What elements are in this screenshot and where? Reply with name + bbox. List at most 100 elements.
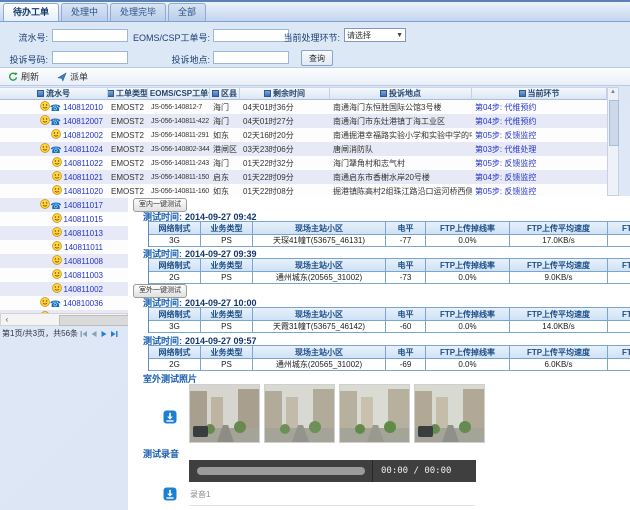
serial-cell: 140812002 — [0, 128, 108, 142]
row-icons: ☎ — [40, 115, 61, 127]
test-column-header: 现场主站小区 — [253, 307, 386, 320]
step-link[interactable]: 第05步: 反馈监控 — [475, 130, 536, 141]
test-photo-3[interactable] — [339, 384, 410, 443]
serial-link[interactable]: 140811011 — [64, 243, 103, 252]
download-recording-icon[interactable] — [163, 487, 177, 501]
serial-link[interactable]: 140811020 — [64, 187, 103, 196]
search-button[interactable]: 查询 — [301, 50, 333, 66]
prev-page-icon[interactable] — [90, 330, 98, 338]
column-header-5[interactable]: 剩余时间 — [240, 87, 330, 100]
row-icons: ☎ — [40, 297, 61, 309]
scroll-up-icon[interactable]: ▲ — [608, 88, 618, 97]
horizontal-scrollbar[interactable]: ‹ — [0, 313, 128, 326]
smiley-icon — [52, 241, 62, 251]
table-row[interactable]: ☎140811024EMOST2JS-056-140802-344港闸区03天2… — [0, 142, 607, 156]
tab-4[interactable]: 全部 — [168, 3, 206, 21]
serial-link[interactable]: 140811021 — [64, 173, 103, 182]
vertical-scrollbar[interactable]: ▲ — [607, 87, 619, 196]
smiley-icon — [40, 115, 50, 125]
street-scene-image — [265, 385, 334, 442]
smiley-icon — [40, 297, 50, 307]
step-link[interactable]: 第05步: 反馈监控 — [475, 186, 536, 197]
column-header-4[interactable]: 区县 — [210, 87, 240, 100]
test-column-header: 现场主站小区 — [253, 345, 386, 358]
step-link[interactable]: 第04步: 代维预约 — [475, 102, 536, 113]
first-page-icon[interactable] — [80, 330, 88, 338]
test-cell: -77 — [386, 234, 426, 247]
pagination-bar: 第1页/共3页，共56条 — [2, 328, 128, 339]
table-row[interactable]: 140811021EMOST2JS-056-140811-150启东01天22时… — [0, 170, 607, 184]
serial-link[interactable]: 140811013 — [64, 229, 103, 238]
test-photo-4[interactable] — [414, 384, 485, 443]
scroll-left-icon[interactable]: ‹ — [1, 315, 13, 324]
tab-1[interactable]: 待办工单 — [3, 3, 59, 21]
serial-link[interactable]: 140812010 — [63, 103, 103, 112]
column-header-3[interactable]: EOMS/CSP工单号 — [148, 87, 210, 100]
column-header-2[interactable]: 工单类型 — [108, 87, 148, 100]
column-header-1[interactable]: 流水号 — [0, 87, 108, 100]
vertical-scroll-thumb[interactable] — [609, 100, 619, 146]
serial-link[interactable]: 140810036 — [63, 299, 103, 308]
column-header-6[interactable]: 投诉地点 — [330, 87, 472, 100]
serial-link[interactable]: 140811002 — [64, 285, 103, 294]
refresh-button[interactable]: 刷新 — [8, 70, 39, 83]
serial-input[interactable] — [52, 29, 128, 42]
cell: EMOST2 — [108, 114, 148, 128]
test-result-panel: 室外测试照片 测试录音 00:00 / 00:00 录音1 室内一键测试测试时间… — [128, 196, 630, 510]
serial-link[interactable]: 140812002 — [63, 131, 103, 140]
test-cell: 14.0KB/s — [510, 320, 608, 333]
test-column-header: 网络制式 — [149, 307, 201, 320]
test-column-header: 电平 — [386, 221, 426, 234]
sort-icon — [37, 90, 44, 97]
test-column-header: 业务类型 — [201, 345, 253, 358]
cell: 南通启东市香榭水岸20号楼 — [330, 170, 472, 184]
step-link[interactable]: 第03步: 代维处理 — [475, 144, 536, 155]
test-photo-1[interactable] — [189, 384, 260, 443]
table-row[interactable]: ☎140812010EMOST2JS-056-140812-7海门04天01时3… — [0, 100, 607, 114]
tab-3[interactable]: 处理完毕 — [110, 3, 166, 21]
step-link[interactable]: 第04步: 反馈监控 — [475, 172, 536, 183]
test-photo-2[interactable] — [264, 384, 335, 443]
horizontal-scroll-thumb[interactable] — [59, 315, 129, 326]
audio-player[interactable]: 00:00 / 00:00 — [189, 460, 476, 482]
step-link[interactable]: 第04步: 代维预约 — [475, 116, 536, 127]
step-label: 当前处理环节: — [248, 31, 340, 44]
tab-2[interactable]: 处理中 — [61, 3, 108, 21]
test-cell: 6.0KB/s — [510, 358, 608, 371]
row-icons: ☎ — [40, 101, 61, 113]
recording-link[interactable]: 录音1 — [190, 489, 210, 500]
test-cell — [608, 320, 630, 333]
test-table-header-row: 网络制式业务类型现场主站小区电平FTP上传掉线率FTP上传平均速度FTP上传 — [149, 345, 630, 358]
serial-link[interactable]: 140812007 — [63, 117, 103, 126]
table-row[interactable]: 140811022EMOST2JS-056-140811-243海门01天22时… — [0, 156, 607, 170]
serial-link[interactable]: 140811024 — [64, 145, 103, 154]
cell: JS-056-140811-150 — [148, 170, 210, 184]
table-row[interactable]: ☎140812007EMOST2JS-056-140811-422海门04天01… — [0, 114, 607, 128]
step-link[interactable]: 第05步: 反馈监控 — [475, 158, 536, 169]
test-column-header: FTP上传掉线率 — [426, 307, 510, 320]
download-photos-icon[interactable] — [163, 410, 177, 424]
serial-link[interactable]: 140811022 — [64, 159, 103, 168]
test-cell: 天霞31幢T(53675_46142) — [253, 320, 386, 333]
audio-progress-bar[interactable] — [197, 467, 365, 475]
cell: EMOST2 — [108, 156, 148, 170]
test-cell: -69 — [386, 358, 426, 371]
phone-label: 投诉号码: — [0, 53, 48, 66]
phone-input[interactable] — [52, 51, 128, 64]
serial-link[interactable]: 140811015 — [64, 215, 103, 224]
serial-link[interactable]: 140811003 — [64, 271, 103, 280]
table-row[interactable]: 140812002EMOST2JS-056-140811-291如东02天16时… — [0, 128, 607, 142]
column-header-7[interactable]: 当前环节 — [472, 87, 607, 100]
step-cell: 第05步: 反馈监控 — [472, 128, 607, 142]
serial-cell: 140811015 — [0, 212, 108, 226]
test-cell: 2G — [149, 271, 201, 284]
dispatch-button[interactable]: 派单 — [57, 70, 88, 83]
last-page-icon[interactable] — [110, 330, 118, 338]
test-table: 网络制式业务类型现场主站小区电平FTP上传掉线率FTP上传平均速度FTP上传2G… — [148, 258, 630, 284]
cell: 如东 — [210, 128, 240, 142]
serial-link[interactable]: 140811017 — [64, 201, 103, 210]
next-page-icon[interactable] — [100, 330, 108, 338]
serial-link[interactable]: 140811008 — [64, 257, 103, 266]
step-select[interactable]: 请选择 ▼ — [344, 28, 406, 42]
location-input[interactable] — [213, 51, 289, 64]
